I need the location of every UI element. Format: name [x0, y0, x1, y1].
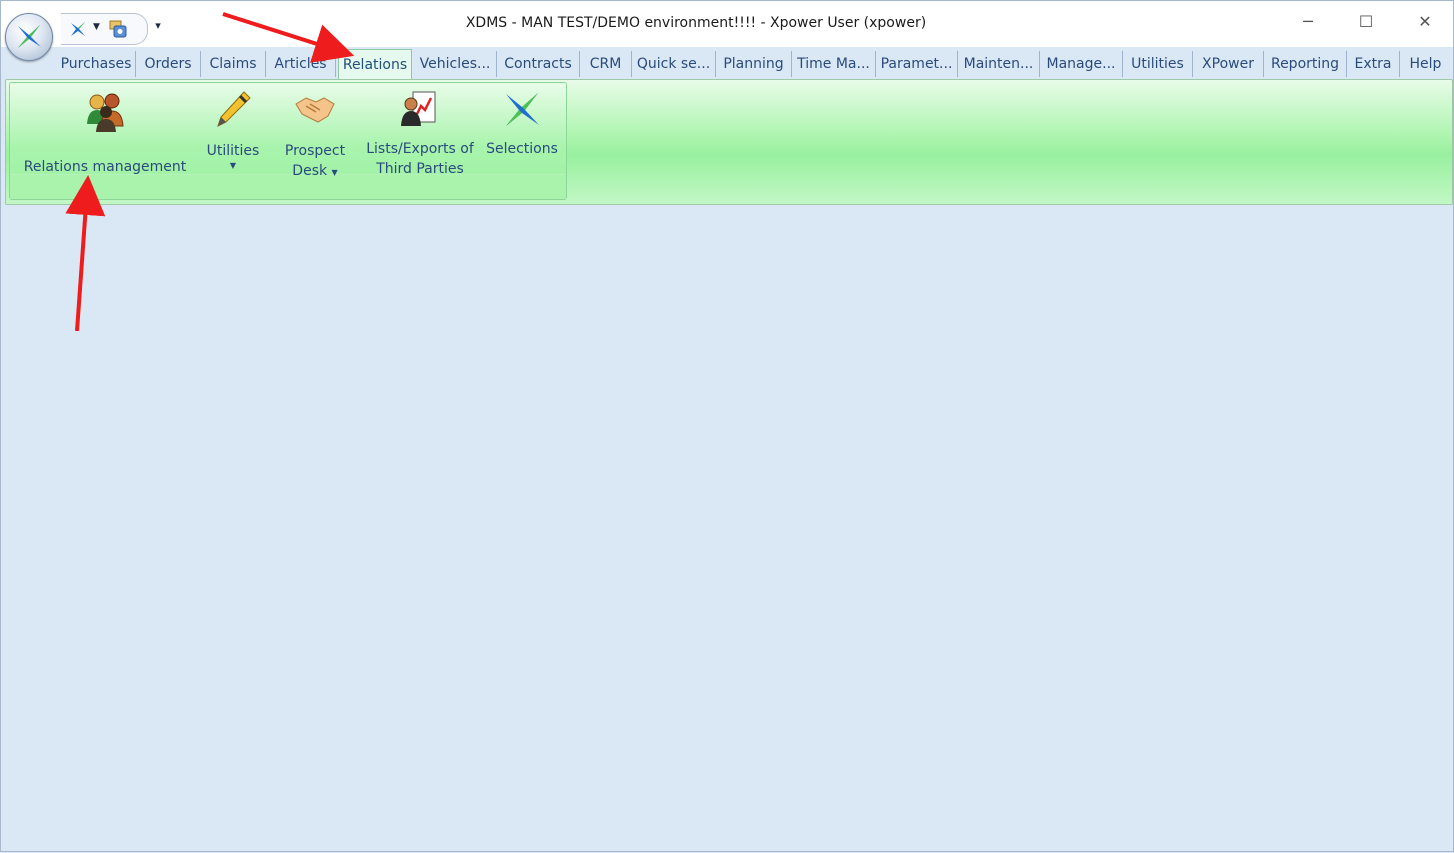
pen-tool-icon: [211, 87, 255, 131]
tab-contracts[interactable]: Contracts: [497, 51, 580, 77]
handshake-icon: [293, 87, 337, 131]
relations-management-button[interactable]: Relations management: [24, 91, 186, 177]
ribbon-panel: Relations management Utilities ▼ Prospec…: [5, 79, 1453, 205]
xpower-logo-icon: [18, 25, 41, 48]
utilities-dropdown-button[interactable]: Utilities ▼: [202, 87, 264, 171]
utilities-label: Utilities: [206, 143, 260, 159]
title-bar: ▼ ▾ XDMS - MAN TEST/DEMO environment!!!!…: [1, 1, 1453, 61]
tab-purchases[interactable]: Purchases: [57, 51, 136, 77]
tab-extra[interactable]: Extra: [1347, 51, 1400, 77]
desk-label: Desk: [292, 163, 328, 179]
tab-management[interactable]: Manage...: [1040, 51, 1123, 77]
ribbon-group-relations: Relations management Utilities ▼ Prospec…: [9, 82, 567, 200]
prospect-desk-caret-icon: ▼: [331, 168, 338, 177]
arrow-to-relations-management: [65, 175, 106, 332]
lists-exports-third-parties-button[interactable]: Lists/Exports of Third Parties: [364, 87, 476, 179]
prospect-desk-dropdown-button[interactable]: Prospect Desk ▼: [280, 87, 350, 181]
prospect-label: Prospect: [284, 143, 346, 159]
window-title: XDMS - MAN TEST/DEMO environment!!!! - X…: [465, 15, 927, 31]
tab-orders[interactable]: Orders: [136, 51, 201, 77]
close-button[interactable]: ✕: [1402, 7, 1448, 35]
ribbon-tab-row: Purchases Orders Claims Articles Relatio…: [1, 47, 1453, 79]
relations-management-label: Relations management: [23, 159, 187, 175]
people-group-icon: [83, 91, 127, 135]
desk-label-row: Desk ▼: [292, 161, 337, 181]
lists-exports-label: Lists/Exports of: [366, 141, 474, 157]
tab-time-management[interactable]: Time Ma...: [792, 51, 876, 77]
tab-maintenance[interactable]: Mainten...: [958, 51, 1040, 77]
tab-crm[interactable]: CRM: [580, 51, 632, 77]
tab-vehicles[interactable]: Vehicles...: [414, 51, 497, 77]
minimize-button[interactable]: ─: [1285, 7, 1331, 35]
tab-planning[interactable]: Planning: [716, 51, 792, 77]
selections-button[interactable]: Selections: [484, 87, 560, 159]
app-window: ▼ ▾ XDMS - MAN TEST/DEMO environment!!!!…: [0, 0, 1454, 852]
tab-claims[interactable]: Claims: [201, 51, 266, 77]
utilities-caret-icon: ▼: [229, 161, 237, 170]
tab-help[interactable]: Help: [1400, 51, 1451, 77]
tab-utilities[interactable]: Utilities: [1123, 51, 1193, 77]
tab-xpower[interactable]: XPower: [1193, 51, 1264, 77]
xpower-selections-icon: [500, 87, 544, 131]
third-parties-label: Third Parties: [376, 161, 464, 177]
maximize-button[interactable]: ☐: [1343, 7, 1389, 35]
report-person-icon: [398, 87, 442, 131]
application-menu-button[interactable]: [5, 13, 53, 61]
tab-relations[interactable]: Relations: [338, 49, 412, 79]
tab-quick-search[interactable]: Quick se...: [632, 51, 716, 77]
selections-label: Selections: [486, 141, 558, 157]
tab-articles[interactable]: Articles: [266, 51, 336, 77]
tab-parameters[interactable]: Paramet...: [876, 51, 958, 77]
tab-reporting[interactable]: Reporting: [1264, 51, 1347, 77]
